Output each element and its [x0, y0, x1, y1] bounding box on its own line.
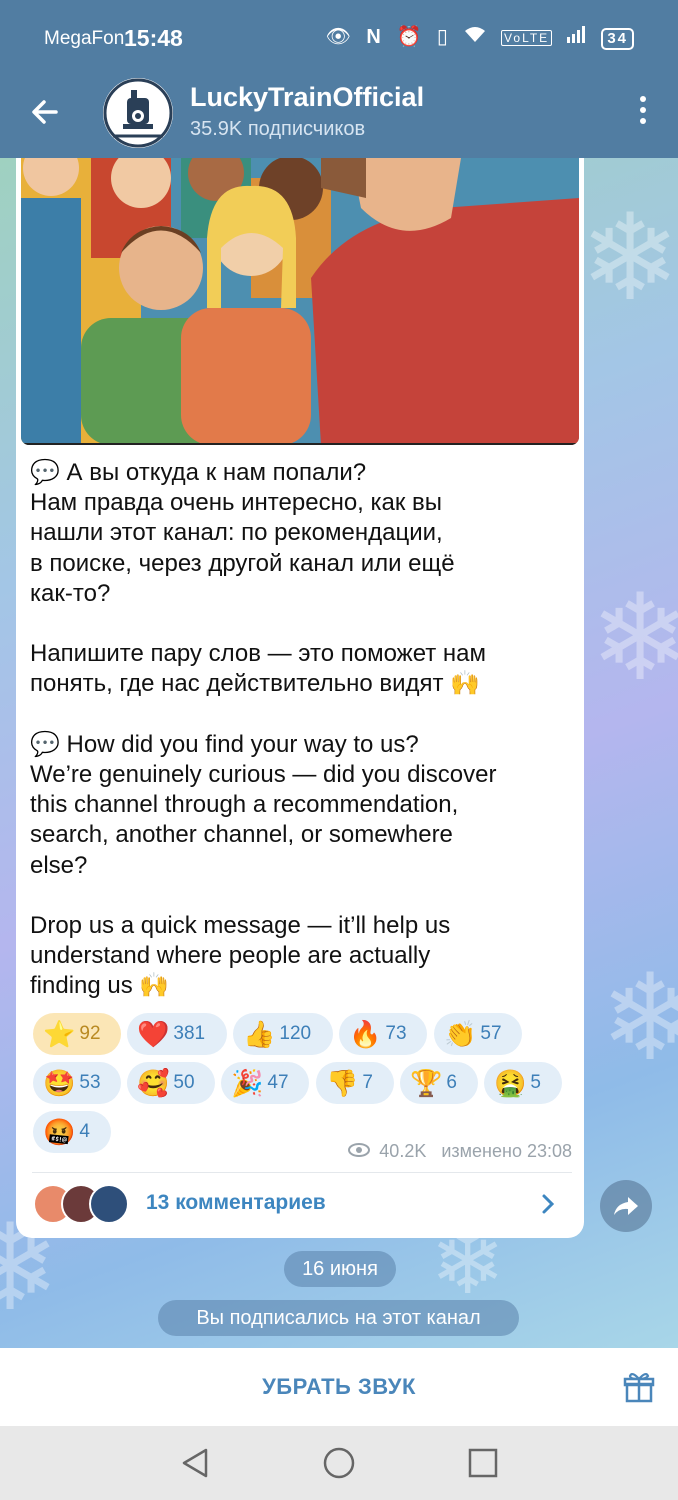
wifi-icon — [463, 25, 487, 49]
nav-recents-icon[interactable] — [466, 1446, 500, 1480]
mute-button[interactable]: УБРАТЬ ЗВУК — [0, 1374, 678, 1400]
reaction-fire[interactable]: 🔥 73 — [339, 1013, 427, 1055]
alarm-icon: ⏰ — [396, 26, 424, 48]
back-arrow-icon[interactable] — [26, 92, 66, 132]
bottom-bar: УБРАТЬ ЗВУК — [0, 1348, 678, 1426]
reaction-heart[interactable]: ❤️ 381 — [127, 1013, 227, 1055]
status-bar: MegaFon 15:48 👁 N ⏰ ▯ VoLTE 34 — [0, 0, 678, 78]
trophy-icon: 🏆 — [410, 1068, 443, 1098]
fire-icon: 🔥 — [349, 1019, 382, 1049]
system-navigation-bar — [0, 1426, 678, 1500]
reaction-smiling-hearts[interactable]: 🥰 50 — [127, 1062, 215, 1104]
reaction-cursing[interactable]: 🤬 4 — [33, 1111, 111, 1153]
reaction-count: 120 — [279, 1023, 312, 1044]
party-popper-icon: 🎉 — [231, 1068, 264, 1098]
star-icon: ⭐ — [43, 1019, 76, 1049]
message-text: 💬 А вы откуда к нам попали? Нам правда о… — [30, 459, 497, 1000]
vibrate-icon: ▯ — [436, 26, 450, 48]
view-count: 40.2K — [379, 1141, 427, 1161]
date-separator: 16 июня — [284, 1251, 396, 1287]
reaction-count: 50 — [173, 1072, 195, 1093]
reaction-trophy[interactable]: 🏆 6 — [400, 1062, 478, 1104]
clock: 15:48 — [124, 25, 183, 51]
message-photo[interactable] — [21, 158, 579, 445]
reaction-count: 5 — [530, 1072, 541, 1093]
reaction-thumbs-up[interactable]: 👍 120 — [233, 1013, 333, 1055]
comments-link[interactable]: 13 комментариев — [146, 1191, 326, 1215]
heart-icon: ❤️ — [137, 1019, 170, 1049]
eye-icon — [348, 1141, 371, 1162]
more-vert-icon[interactable] — [638, 96, 648, 128]
snowflake-pattern: ❄ — [580, 191, 678, 325]
volte-icon: VoLTE — [501, 29, 553, 46]
reaction-star-struck[interactable]: 🤩 53 — [33, 1062, 121, 1104]
clap-icon: 👏 — [444, 1019, 477, 1049]
eye-status-icon: 👁 — [325, 26, 353, 48]
nav-home-icon[interactable] — [322, 1446, 356, 1480]
gift-icon[interactable] — [622, 1370, 656, 1404]
share-icon[interactable] — [600, 1180, 652, 1232]
reaction-thumbs-down[interactable]: 👎 7 — [316, 1062, 394, 1104]
reaction-vomit[interactable]: 🤮 5 — [484, 1062, 562, 1104]
reaction-count: 47 — [267, 1072, 289, 1093]
cursing-face-icon: 🤬 — [43, 1117, 76, 1147]
nav-back-icon[interactable] — [178, 1446, 212, 1480]
signal-icon — [566, 25, 588, 49]
chevron-right-icon[interactable] — [540, 1192, 556, 1216]
nfc-icon: N — [366, 26, 383, 48]
reaction-count: 381 — [173, 1023, 206, 1044]
reaction-clap[interactable]: 👏 57 — [434, 1013, 522, 1055]
star-struck-icon: 🤩 — [43, 1068, 76, 1098]
smiling-hearts-icon: 🥰 — [137, 1068, 170, 1098]
system-message: Вы подписались на этот канал — [158, 1300, 519, 1336]
snowflake-pattern: ❄ — [590, 571, 678, 705]
reaction-party[interactable]: 🎉 47 — [221, 1062, 309, 1104]
reaction-count: 4 — [79, 1121, 90, 1142]
battery-indicator: 34 — [601, 28, 634, 50]
message-meta: 40.2K изменено 23:08 — [348, 1141, 572, 1162]
reaction-star[interactable]: ⭐ 92 — [33, 1013, 121, 1055]
thumbs-down-icon: 👎 — [326, 1068, 359, 1098]
subscriber-count: 35.9K подписчиков — [190, 118, 366, 140]
comments-divider — [32, 1172, 572, 1173]
channel-avatar[interactable] — [103, 78, 173, 148]
carrier-label: MegaFon — [44, 28, 125, 49]
reaction-count: 53 — [79, 1072, 101, 1093]
thumbs-up-icon: 👍 — [243, 1019, 276, 1049]
reaction-count: 6 — [446, 1072, 457, 1093]
edited-time: изменено 23:08 — [441, 1141, 572, 1161]
avatar — [89, 1184, 129, 1224]
status-icons: 👁 N ⏰ ▯ VoLTE 34 — [319, 24, 634, 50]
reaction-count: 73 — [385, 1023, 407, 1044]
reaction-count: 57 — [480, 1023, 502, 1044]
app-header: MegaFon 15:48 👁 N ⏰ ▯ VoLTE 34 LuckyTrai… — [0, 0, 678, 158]
snowflake-pattern: ❄ — [600, 951, 678, 1085]
reaction-count: 92 — [79, 1023, 101, 1044]
vomit-face-icon: 🤮 — [494, 1068, 527, 1098]
commenter-avatars — [33, 1184, 133, 1226]
channel-title[interactable]: LuckyTrainOfficial — [190, 82, 424, 113]
reaction-count: 7 — [362, 1072, 373, 1093]
